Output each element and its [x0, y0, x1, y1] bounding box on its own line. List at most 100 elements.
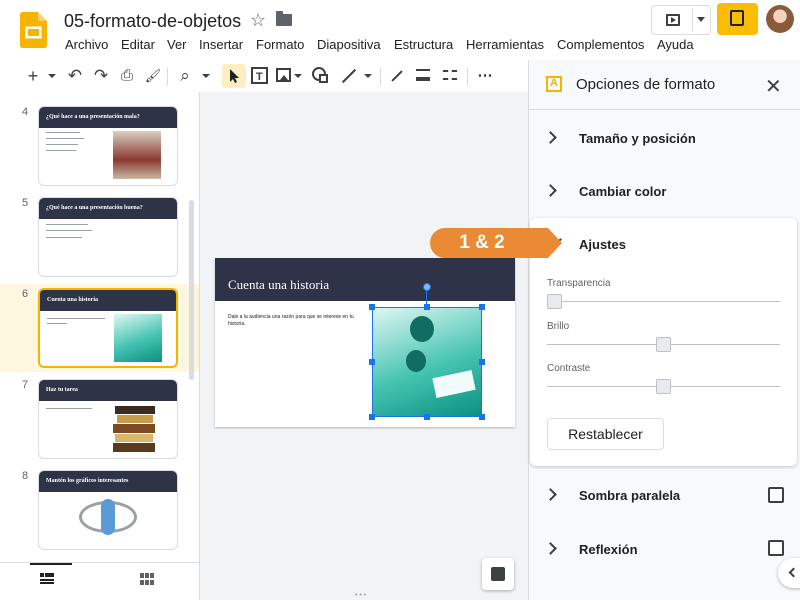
menu-insertar[interactable]: Insertar	[199, 37, 243, 52]
menu-formato[interactable]: Formato	[256, 37, 304, 52]
resize-handle[interactable]	[479, 304, 485, 310]
contrast-slider-handle[interactable]	[656, 379, 671, 394]
present-button[interactable]	[651, 5, 711, 35]
contrast-label: Contraste	[547, 363, 591, 374]
transparency-label: Transparencia	[547, 278, 611, 289]
slide-number: 4	[22, 106, 29, 118]
select-tool-button[interactable]	[222, 64, 246, 88]
slide-thumbnail-8[interactable]: Mantén los gráficos interesantes	[38, 470, 178, 550]
thumbnail-image	[113, 131, 161, 179]
slide-number: 6	[22, 288, 29, 300]
thumbnail-text-line	[46, 144, 78, 145]
chevron-down-icon[interactable]	[697, 17, 705, 22]
resize-handle[interactable]	[479, 359, 485, 365]
active-view-indicator	[30, 563, 72, 565]
section-size-position[interactable]: Tamaño y posición	[579, 131, 696, 146]
toolbar-divider	[467, 68, 468, 86]
more-icon[interactable]: ⋯	[476, 66, 494, 86]
resize-handle[interactable]	[369, 359, 375, 365]
meet-button[interactable]	[717, 3, 758, 35]
resize-grip-icon[interactable]: • • •	[355, 592, 366, 599]
cursor-icon	[230, 69, 239, 83]
format-options-icon	[546, 76, 562, 92]
chevron-down-icon[interactable]	[48, 74, 56, 78]
close-icon[interactable]: ✕	[765, 74, 782, 99]
zoom-icon[interactable]: ⌕	[176, 66, 194, 86]
reset-button[interactable]: Restablecer	[547, 418, 664, 450]
folder-icon[interactable]	[276, 11, 292, 26]
slides-logo-icon[interactable]	[20, 12, 47, 48]
transparency-slider-handle[interactable]	[547, 294, 562, 309]
present-icon	[666, 14, 680, 26]
resize-handle[interactable]	[479, 414, 485, 420]
menu-complementos[interactable]: Complementos	[557, 37, 644, 52]
border-dash-icon[interactable]	[443, 70, 457, 80]
thumbnail-text-line	[46, 138, 84, 139]
rotation-handle[interactable]	[423, 283, 431, 291]
brightness-slider-handle[interactable]	[656, 337, 671, 352]
explore-button[interactable]	[482, 558, 514, 590]
section-adjustments[interactable]: Ajustes	[579, 237, 626, 252]
menu-ver[interactable]: Ver	[167, 37, 187, 52]
thumbnail-title: ¿Qué hace a una presentación buena?	[46, 205, 143, 211]
slide-number: 5	[22, 197, 29, 209]
present-divider	[692, 9, 693, 31]
chevron-down-icon[interactable]	[294, 74, 302, 78]
add-icon[interactable]: +	[26, 66, 40, 86]
meet-icon	[730, 10, 744, 26]
filmstrip-scrollbar[interactable]	[189, 200, 194, 380]
menu-diapositiva[interactable]: Diapositiva	[317, 37, 381, 52]
thumbnail-text-line	[46, 237, 82, 238]
border-weight-icon[interactable]	[416, 69, 430, 81]
menu-archivo[interactable]: Archivo	[65, 37, 108, 52]
thumbnail-text-line	[46, 132, 80, 133]
image-icon[interactable]	[276, 68, 291, 82]
thumbnail-title: Haz tu tarea	[46, 387, 78, 393]
brightness-label: Brillo	[547, 321, 570, 332]
paint-format-icon[interactable]: 🖌	[144, 66, 162, 86]
section-drop-shadow[interactable]: Sombra paralela	[579, 488, 680, 503]
filmstrip-view-icon[interactable]	[40, 573, 54, 584]
document-title[interactable]: 05-formato-de-objetos	[64, 11, 241, 32]
chevron-down-icon[interactable]	[202, 74, 210, 78]
menu-ayuda[interactable]: Ayuda	[657, 37, 694, 52]
toolbar-divider	[167, 68, 168, 86]
reflection-checkbox[interactable]	[768, 540, 784, 556]
resize-handle[interactable]	[369, 304, 375, 310]
chevron-left-icon	[788, 567, 799, 578]
menu-herramientas[interactable]: Herramientas	[466, 37, 544, 52]
explore-icon	[491, 567, 505, 581]
transparency-slider-track[interactable]	[547, 301, 780, 302]
redo-icon[interactable]: ↷	[92, 66, 110, 86]
thumbnail-image	[113, 424, 155, 433]
thumbnail-image	[114, 314, 162, 362]
star-icon[interactable]: ☆	[250, 10, 266, 31]
slide-body-text[interactable]: Dale a la audiencia una razón para que s…	[228, 314, 368, 328]
drop-shadow-checkbox[interactable]	[768, 487, 784, 503]
resize-handle[interactable]	[424, 304, 430, 310]
slide-thumbnail-7[interactable]: Haz tu tarea	[38, 379, 178, 459]
undo-icon[interactable]: ↶	[66, 66, 84, 86]
step-callout: 1 & 2	[430, 228, 562, 258]
shape-icon[interactable]	[312, 67, 328, 83]
text-box-icon[interactable]: T	[251, 67, 268, 84]
slide-thumbnail-6[interactable]: Cuenta una historia	[38, 288, 178, 368]
slide-thumbnail-4[interactable]: ¿Qué hace a una presentación mala?	[38, 106, 178, 186]
panel-title: Opciones de formato	[576, 76, 716, 93]
section-reflection[interactable]: Reflexión	[579, 542, 638, 557]
grid-view-icon[interactable]	[140, 573, 154, 585]
slide-number: 7	[22, 379, 29, 391]
print-icon[interactable]: ⎙	[118, 66, 136, 86]
chevron-down-icon[interactable]	[364, 74, 372, 78]
side-panel-toggle[interactable]	[778, 558, 800, 588]
section-recolor[interactable]: Cambiar color	[579, 184, 666, 199]
menu-estructura[interactable]: Estructura	[394, 37, 453, 52]
slide-thumbnail-5[interactable]: ¿Qué hace a una presentación buena?	[38, 197, 178, 277]
thumbnail-image	[115, 434, 153, 442]
resize-handle[interactable]	[369, 414, 375, 420]
slide-title[interactable]: Cuenta una historia	[228, 277, 329, 293]
thumbnail-text-line	[46, 224, 88, 225]
menu-editar[interactable]: Editar	[121, 37, 155, 52]
avatar[interactable]	[766, 5, 794, 33]
resize-handle[interactable]	[424, 414, 430, 420]
